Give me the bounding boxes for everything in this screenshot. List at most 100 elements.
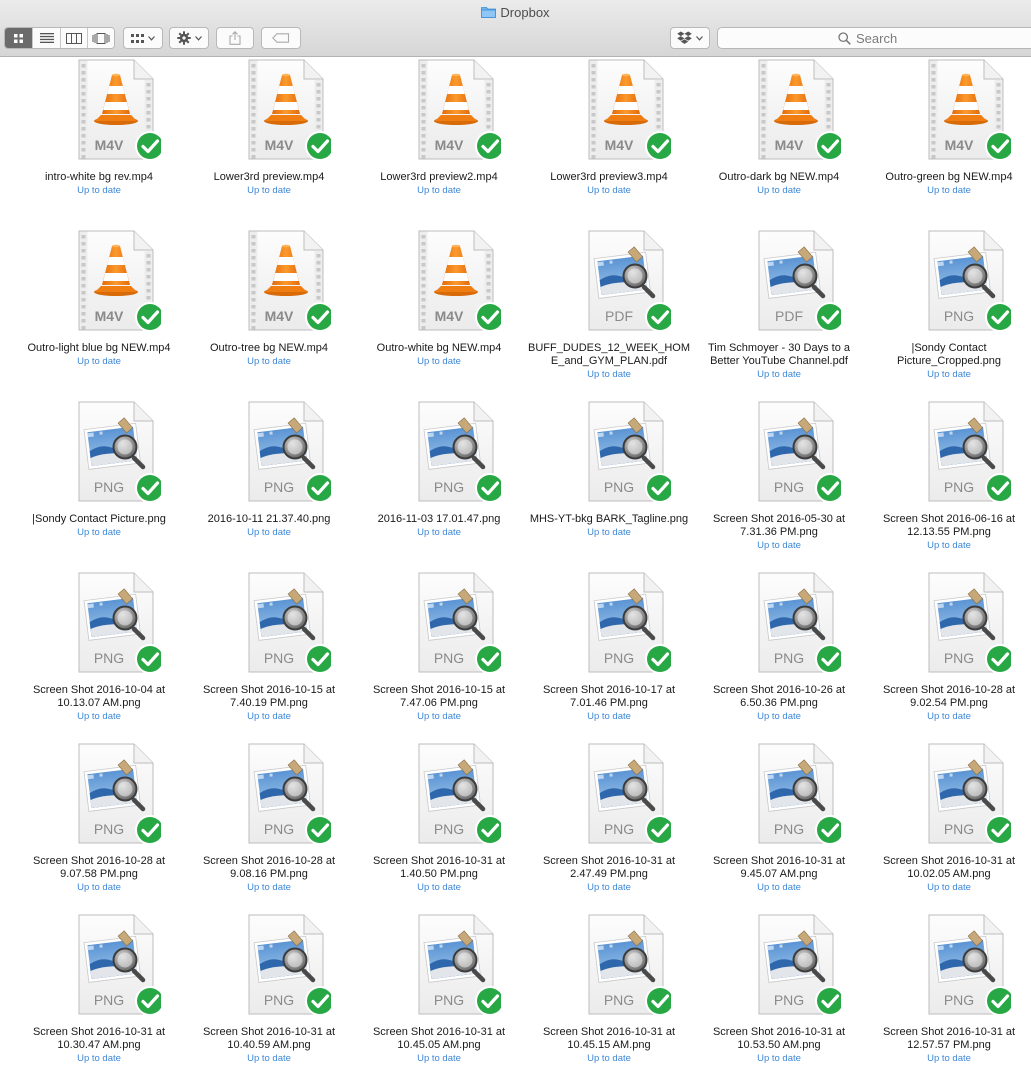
video-file-icon[interactable]: M4V [581,58,671,162]
sync-status-label: Up to date [77,527,121,538]
video-file-icon[interactable]: M4V [411,58,501,162]
column-view-button[interactable] [61,28,88,48]
file-item[interactable]: PNG Screen Shot 2016-10-15 at 7.40.19 PM.… [184,570,354,741]
finder-toolbar: Dropbox [0,0,1031,57]
video-file-icon[interactable]: M4V [411,229,501,333]
file-item[interactable]: PNG Screen Shot 2016-10-31 at 1.40.50 PM.… [354,741,524,912]
file-item[interactable]: PNG Screen Shot 2016-10-31 at 10.30.47 AM… [14,912,184,1073]
list-view-button[interactable] [33,28,61,48]
file-item[interactable]: PNG Screen Shot 2016-10-31 at 2.47.49 PM.… [524,741,694,912]
video-file-icon[interactable]: M4V [921,58,1011,162]
file-item[interactable]: M4V Outro-tree bg NEW.mp4 Up to date [184,228,354,399]
file-item[interactable]: PNG 2016-11-03 17.01.47.png Up to date [354,399,524,570]
png-file-icon[interactable]: PNG [71,400,161,504]
file-name-text: Screen Shot 2016-10-28 at 9.08.16 PM.png [202,855,336,880]
png-file-icon[interactable]: PNG [411,400,501,504]
png-file-icon[interactable]: PNG [71,571,161,675]
file-item[interactable]: PNG Screen Shot 2016-10-04 at 10.13.07 AM… [14,570,184,741]
edit-tags-button[interactable] [261,27,301,49]
file-type-label: PNG [944,650,974,666]
file-name-text: Screen Shot 2016-10-28 at 9.02.54 PM.png [882,684,1016,709]
file-item[interactable]: PDF BUFF_DUDES_12_WEEK_HOME_and_GYM_PLAN.… [524,228,694,399]
png-file-icon[interactable]: PNG [581,913,671,1017]
share-button[interactable] [216,27,254,49]
action-button[interactable] [169,27,209,49]
file-item[interactable]: PNG Screen Shot 2016-10-31 at 10.40.59 AM… [184,912,354,1073]
png-file-icon[interactable]: PNG [411,742,501,846]
search-field[interactable] [717,27,1031,49]
png-file-icon[interactable]: PNG [241,400,331,504]
pdf-file-icon[interactable]: PDF [581,229,671,333]
png-file-icon[interactable]: PNG [71,913,161,1017]
file-type-label: M4V [265,137,294,153]
file-name-text: Screen Shot 2016-06-16 at 12.13.55 PM.pn… [882,513,1016,538]
sync-status-label: Up to date [757,1053,801,1064]
video-file-icon[interactable]: M4V [71,229,161,333]
png-file-icon[interactable]: PNG [921,400,1011,504]
png-file-icon[interactable]: PNG [411,913,501,1017]
file-item[interactable]: PNG Screen Shot 2016-10-31 at 9.45.07 AM.… [694,741,864,912]
png-file-icon[interactable]: PNG [581,400,671,504]
sync-status-label: Up to date [927,1053,971,1064]
file-item[interactable]: PNG Screen Shot 2016-10-28 at 9.07.58 PM.… [14,741,184,912]
arrange-button[interactable] [123,27,163,49]
png-file-icon[interactable]: PNG [71,742,161,846]
file-name-label: Screen Shot 2016-10-15 at 7.40.19 PM.png… [188,684,350,723]
png-file-icon[interactable]: PNG [751,571,841,675]
file-item[interactable]: M4V Outro-light blue bg NEW.mp4 Up to date [14,228,184,399]
folder-icon [481,7,497,18]
pdf-file-icon[interactable]: PDF [751,229,841,333]
png-file-icon[interactable]: PNG [581,742,671,846]
dropbox-menu-button[interactable] [670,27,710,49]
png-file-icon[interactable]: PNG [241,571,331,675]
file-item[interactable]: M4V Lower3rd preview3.mp4 Up to date [524,57,694,228]
png-file-icon[interactable]: PNG [921,229,1011,333]
video-file-icon[interactable]: M4V [241,229,331,333]
file-name-label: Screen Shot 2016-10-31 at 2.47.49 PM.png… [528,855,690,894]
file-item[interactable]: PNG Screen Shot 2016-10-26 at 6.50.36 PM.… [694,570,864,741]
file-item[interactable]: PNG Screen Shot 2016-10-31 at 10.53.50 AM… [694,912,864,1073]
file-type-label: PNG [434,650,464,666]
file-item[interactable]: PNG Screen Shot 2016-10-28 at 9.08.16 PM.… [184,741,354,912]
png-file-icon[interactable]: PNG [241,913,331,1017]
video-file-icon[interactable]: M4V [71,58,161,162]
video-file-icon[interactable]: M4V [751,58,841,162]
sync-status-label: Up to date [757,540,801,551]
file-item[interactable]: PNG Screen Shot 2016-05-30 at 7.31.36 PM.… [694,399,864,570]
png-file-icon[interactable]: PNG [411,571,501,675]
file-item[interactable]: PDF Tim Schmoyer - 30 Days to a Better Yo… [694,228,864,399]
png-file-icon[interactable]: PNG [581,571,671,675]
dropbox-icon [677,31,692,44]
file-item[interactable]: PNG Screen Shot 2016-10-31 at 10.45.05 AM… [354,912,524,1073]
file-item[interactable]: PNG MHS-YT-bkg BARK_Tagline.png Up to date [524,399,694,570]
file-item[interactable]: PNG |Sondy Contact Picture_Cropped.png Up … [864,228,1031,399]
file-item[interactable]: M4V Outro-dark bg NEW.mp4 Up to date [694,57,864,228]
file-item[interactable]: PNG Screen Shot 2016-06-16 at 12.13.55 PM… [864,399,1031,570]
sync-status-label: Up to date [417,185,461,196]
file-item[interactable]: PNG 2016-10-11 21.37.40.png Up to date [184,399,354,570]
cover-flow-button[interactable] [88,28,114,48]
file-item[interactable]: PNG Screen Shot 2016-10-31 at 10.02.05 AM… [864,741,1031,912]
png-file-icon[interactable]: PNG [751,400,841,504]
png-file-icon[interactable]: PNG [921,571,1011,675]
file-item[interactable]: PNG Screen Shot 2016-10-15 at 7.47.06 PM.… [354,570,524,741]
file-item[interactable]: M4V intro-white bg rev.mp4 Up to date [14,57,184,228]
icon-view-button[interactable] [5,28,33,48]
file-item[interactable]: PNG Screen Shot 2016-10-31 at 12.57.57 PM… [864,912,1031,1073]
file-item[interactable]: PNG Screen Shot 2016-10-28 at 9.02.54 PM.… [864,570,1031,741]
sync-status-label: Up to date [587,711,631,722]
file-item[interactable]: M4V Outro-green bg NEW.mp4 Up to date [864,57,1031,228]
png-file-icon[interactable]: PNG [921,913,1011,1017]
file-item[interactable]: M4V Lower3rd preview.mp4 Up to date [184,57,354,228]
file-item[interactable]: PNG Screen Shot 2016-10-31 at 10.45.15 AM… [524,912,694,1073]
png-file-icon[interactable]: PNG [241,742,331,846]
file-item[interactable]: M4V Lower3rd preview2.mp4 Up to date [354,57,524,228]
video-file-icon[interactable]: M4V [241,58,331,162]
file-item[interactable]: PNG |Sondy Contact Picture.png Up to date [14,399,184,570]
file-item[interactable]: PNG Screen Shot 2016-10-17 at 7.01.46 PM.… [524,570,694,741]
png-file-icon[interactable]: PNG [921,742,1011,846]
png-file-icon[interactable]: PNG [751,742,841,846]
search-input[interactable] [856,30,916,46]
file-item[interactable]: M4V Outro-white bg NEW.mp4 Up to date [354,228,524,399]
png-file-icon[interactable]: PNG [751,913,841,1017]
